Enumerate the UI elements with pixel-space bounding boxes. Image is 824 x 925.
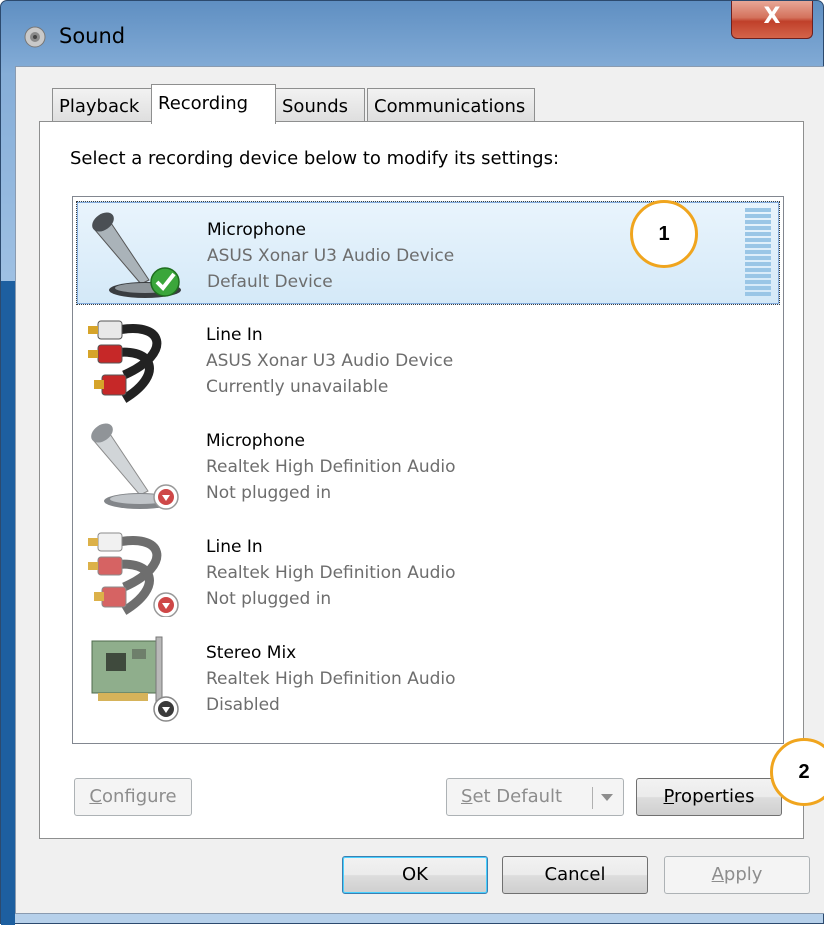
properties-mnemonic: P: [663, 786, 675, 807]
device-name: Stereo Mix: [206, 643, 297, 663]
tab-sounds[interactable]: Sounds: [275, 88, 365, 122]
configure-mnemonic: C: [89, 786, 102, 807]
microphone-icon: [92, 212, 181, 298]
device-status: Disabled: [206, 695, 280, 715]
device-driver: Realtek High Definition Audio: [206, 669, 456, 689]
ok-button[interactable]: OK: [342, 856, 488, 894]
device-driver: Realtek High Definition Audio: [206, 563, 456, 583]
device-name: Line In: [206, 325, 263, 345]
tab-playback[interactable]: Playback: [52, 88, 152, 122]
device-driver: Realtek High Definition Audio: [206, 457, 456, 477]
down-arrow-red-icon: [153, 484, 179, 510]
device-status: Not plugged in: [206, 483, 332, 503]
device-status: Default Device: [207, 272, 333, 292]
set-default-button[interactable]: Set Default: [446, 778, 624, 816]
tab-recording[interactable]: Recording: [151, 84, 276, 124]
apply-button[interactable]: Apply: [664, 856, 810, 894]
device-driver: ASUS Xonar U3 Audio Device: [206, 351, 454, 371]
split-divider: [592, 787, 593, 809]
device-status: Currently unavailable: [206, 377, 389, 397]
window-title: Sound: [59, 24, 126, 48]
input-level-meter: [745, 208, 771, 298]
recording-device-list[interactable]: Microphone ASUS Xonar U3 Audio Device De…: [72, 196, 784, 744]
speaker-icon: [24, 26, 46, 48]
down-arrow-gray-icon: [153, 696, 179, 722]
window-frame-edge: [1, 281, 15, 925]
sound-card-icon: [91, 636, 179, 722]
set-default-label: et Default: [472, 786, 563, 807]
microphone-icon: [91, 423, 179, 510]
apply-mnemonic: A: [711, 864, 724, 885]
device-item-line-in-asus[interactable]: Line In ASUS Xonar U3 Audio Device Curre…: [76, 307, 780, 411]
down-arrow-red-icon: [153, 592, 179, 617]
instruction-text: Select a recording device below to modif…: [70, 148, 560, 169]
properties-label: roperties: [674, 786, 755, 807]
close-button[interactable]: X: [731, 1, 813, 39]
apply-label: pply: [723, 864, 763, 885]
close-icon: X: [763, 4, 781, 29]
check-icon: [150, 267, 180, 297]
device-status: Not plugged in: [206, 589, 332, 609]
device-item-stereo-mix[interactable]: Stereo Mix Realtek High Definition Audio…: [76, 625, 780, 729]
device-item-microphone-realtek[interactable]: Microphone Realtek High Definition Audio…: [76, 413, 780, 517]
device-item-line-in-realtek[interactable]: Line In Realtek High Definition Audio No…: [76, 519, 780, 623]
device-name: Microphone: [207, 220, 306, 240]
tab-communications[interactable]: Communications: [367, 88, 535, 122]
properties-button[interactable]: Properties: [636, 778, 782, 816]
chevron-down-icon[interactable]: [601, 794, 613, 801]
rca-cable-icon: [88, 320, 162, 403]
callout-badge-1: 1: [630, 200, 698, 268]
rca-cable-icon: [88, 532, 179, 617]
configure-label: onfigure: [101, 786, 177, 807]
cancel-button[interactable]: Cancel: [502, 856, 648, 894]
set-default-mnemonic: S: [461, 786, 473, 807]
device-name: Microphone: [206, 431, 305, 451]
device-driver: ASUS Xonar U3 Audio Device: [207, 246, 455, 266]
device-name: Line In: [206, 537, 263, 557]
configure-button[interactable]: Configure: [74, 778, 192, 816]
